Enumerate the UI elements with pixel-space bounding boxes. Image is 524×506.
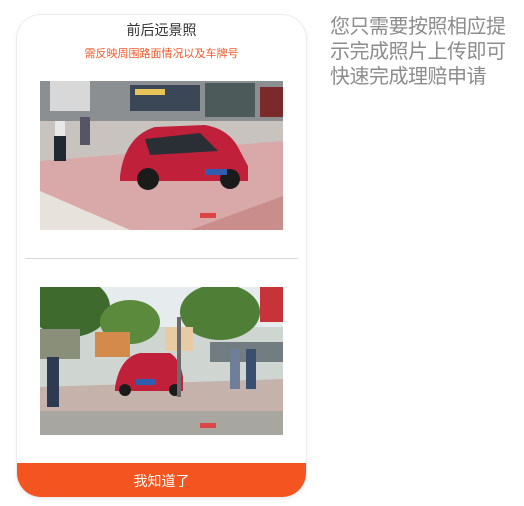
page: 前后远景照 需反映周围路面情况以及车牌号 我知道了 您只需要按照相应提示完成照片… <box>0 0 524 506</box>
example-photo-rear <box>40 287 283 435</box>
divider <box>25 258 298 259</box>
dialog-title: 前后远景照 <box>126 23 197 39</box>
car-front-street-photo-icon <box>40 81 283 230</box>
confirm-button[interactable]: 我知道了 <box>17 463 306 497</box>
example-photo-front <box>40 81 283 230</box>
dialog-subtitle: 需反映周围路面情况以及车牌号 <box>84 47 239 60</box>
hint-text: 您只需要按照相应提示完成照片上传即可快速完成理赔申请 <box>330 14 506 88</box>
car-parking-lot-photo-icon <box>40 287 283 435</box>
photo-guide-dialog: 前后远景照 需反映周围路面情况以及车牌号 我知道了 <box>17 15 306 497</box>
